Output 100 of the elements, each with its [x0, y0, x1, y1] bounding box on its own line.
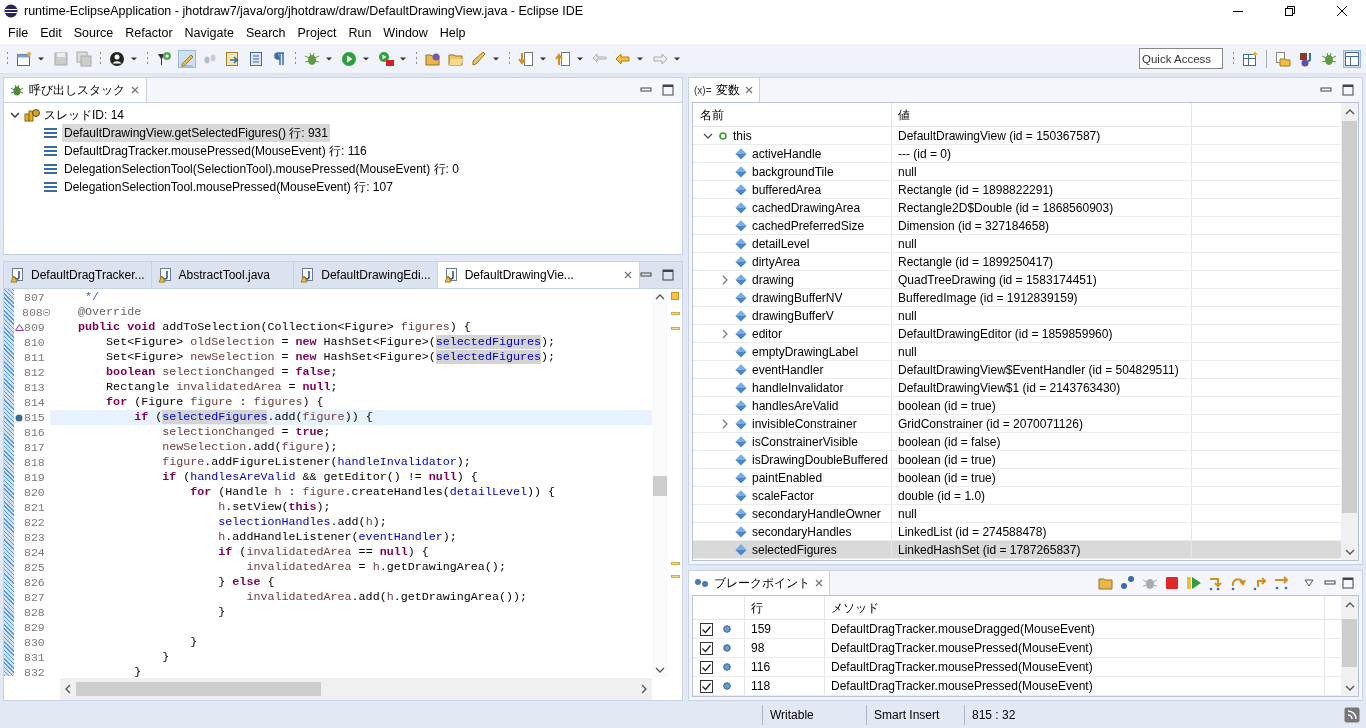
scroll-up-icon[interactable] — [655, 293, 665, 301]
column-header[interactable]: 名前 — [693, 103, 892, 126]
next-annotation-icon[interactable] — [518, 50, 534, 67]
menu-item[interactable]: Window — [377, 23, 434, 43]
overview-marker[interactable] — [670, 312, 680, 315]
maximize-icon[interactable] — [1342, 84, 1354, 96]
variable-row[interactable]: drawing QuadTreeDrawing (id = 1583174451) — [693, 271, 1341, 289]
toolbar-grip[interactable] — [508, 50, 511, 67]
checkbox[interactable] — [700, 660, 713, 674]
variable-row[interactable]: bufferedArea Rectangle (id = 1898822291) — [693, 181, 1341, 199]
variable-row[interactable]: isConstrainerVisible boolean (id = false) — [693, 433, 1341, 451]
variable-row[interactable]: isDrawingDoubleBuffered boolean (id = true) — [693, 451, 1341, 469]
scroll-up-icon[interactable] — [1344, 601, 1355, 609]
toolbar-grip[interactable] — [99, 50, 102, 67]
overview-marker[interactable] — [670, 575, 680, 578]
overview-marker[interactable] — [670, 562, 680, 565]
variable-row[interactable]: selectedFigures LinkedHashSet (id = 1787265837) — [693, 541, 1341, 559]
column-header[interactable]: メソッド — [825, 596, 1325, 619]
scroll-down-icon[interactable] — [655, 666, 665, 674]
scrollbar-thumb[interactable] — [76, 682, 321, 696]
scroll-down-icon[interactable] — [1344, 548, 1355, 556]
pin-icon[interactable] — [156, 50, 172, 67]
document-icon[interactable] — [248, 50, 264, 67]
checkbox[interactable] — [700, 641, 713, 655]
resume-icon[interactable] — [1186, 575, 1202, 591]
variable-row[interactable]: secondaryHandleOwner null — [693, 505, 1341, 523]
variable-row[interactable]: eventHandler DefaultDrawingView$EventHandler (id = 504829511) — [693, 361, 1341, 379]
menu-item[interactable]: Run — [342, 23, 378, 43]
stack-frame[interactable]: DelegationSelectionTool(SelectionTool).mousePressed(MouseEvent) 行: 0 — [62, 160, 461, 178]
bug-icon[interactable] — [304, 50, 320, 67]
link-icon[interactable] — [1120, 575, 1136, 591]
maximize-icon[interactable] — [662, 84, 674, 96]
thread-label[interactable]: スレッドID: 14 — [44, 106, 124, 124]
java-perspective-icon[interactable] — [1344, 50, 1360, 67]
variable-row[interactable]: cachedPreferredSize Dimension (id = 327184658) — [693, 217, 1341, 235]
stack-frame[interactable]: DelegationSelectionTool.mousePressed(MouseEvent) 行: 107 — [62, 178, 395, 196]
view-menu-icon[interactable] — [1304, 579, 1314, 587]
drop-to-frame-icon[interactable] — [1274, 575, 1290, 591]
caret-icon[interactable] — [130, 55, 138, 62]
variable-row[interactable]: handleInvalidator DefaultDrawingView$1 (id = 2143763430) — [693, 379, 1341, 397]
previous-annotation-icon[interactable] — [555, 50, 571, 67]
scroll-down-icon[interactable] — [1344, 684, 1355, 692]
scroll-right-icon[interactable] — [639, 684, 649, 694]
variable-row[interactable]: editor DefaultDrawingEditor (id = 1859859960) — [693, 325, 1341, 343]
brush-icon[interactable] — [471, 50, 487, 67]
caret-icon[interactable] — [399, 55, 407, 62]
menu-item[interactable]: Refactor — [119, 23, 179, 43]
menu-item[interactable]: File — [2, 23, 35, 43]
overview-marker[interactable] — [670, 327, 680, 330]
menu-item[interactable]: Search — [239, 23, 292, 43]
menu-item[interactable]: Edit — [34, 23, 68, 43]
close-icon[interactable] — [1336, 5, 1348, 17]
toolbar-grip[interactable] — [415, 50, 418, 67]
variable-row[interactable]: dirtyArea Rectangle (id = 1899250417) — [693, 253, 1341, 271]
progress-icon[interactable] — [1344, 706, 1360, 723]
open-perspective-icon[interactable] — [1242, 50, 1258, 67]
toolbar-grip[interactable] — [146, 50, 149, 67]
variable-row[interactable]: this DefaultDrawingView (id = 150367587) — [693, 127, 1341, 145]
stack-frame[interactable]: DefaultDragTracker.mousePressed(MouseEvent) 行: 116 — [62, 142, 369, 160]
tab-title[interactable]: 変数 — [715, 81, 740, 99]
stack-frame[interactable]: DefaultDrawingView.getSelectedFigures() 行: 931 — [62, 124, 330, 142]
step-return-icon[interactable] — [1252, 575, 1268, 591]
toolbar-grip[interactable] — [1232, 50, 1235, 67]
scrollbar-thumb[interactable] — [1342, 619, 1357, 667]
files-icon[interactable] — [1275, 50, 1291, 67]
fold-icon[interactable] — [42, 308, 50, 317]
maximize-icon[interactable] — [1342, 577, 1354, 589]
search-field[interactable]: Quick Access — [1139, 48, 1223, 69]
column-header[interactable]: 値 — [892, 103, 1192, 126]
caret-icon[interactable] — [636, 55, 644, 62]
variable-row[interactable]: drawingBufferNV BufferedImage (id = 1912839159) — [693, 289, 1341, 307]
open-folder-icon[interactable] — [1098, 575, 1114, 591]
debug-icon[interactable] — [1321, 50, 1337, 67]
caret-icon[interactable] — [539, 55, 547, 62]
variable-row[interactable]: cachedDrawingArea Rectangle2D$Double (id = 1868560903) — [693, 199, 1341, 217]
column-header[interactable]: 行 — [745, 596, 825, 619]
toolbar-grip[interactable] — [6, 50, 9, 67]
maximize-icon[interactable] — [662, 269, 674, 281]
step-into-icon[interactable] — [1208, 575, 1224, 591]
breakpoint-icon[interactable] — [15, 413, 23, 422]
person-icon[interactable] — [109, 50, 125, 67]
variable-row[interactable]: activeHandle --- (id = 0) — [693, 145, 1341, 163]
menu-item[interactable]: Navigate — [178, 23, 240, 43]
highlighter-icon[interactable] — [179, 50, 195, 67]
run-tools-icon[interactable] — [378, 50, 394, 67]
menu-item[interactable]: Project — [291, 23, 343, 43]
variable-row[interactable]: drawingBufferV null — [693, 307, 1341, 325]
overview-marker[interactable] — [671, 292, 679, 300]
menu-item[interactable]: Help — [433, 23, 472, 43]
step-over-icon[interactable] — [1230, 575, 1246, 591]
caret-icon[interactable] — [37, 55, 45, 62]
chevron-icon[interactable] — [10, 110, 20, 120]
variable-row[interactable]: handlesAreValid boolean (id = true) — [693, 397, 1341, 415]
scrollbar-thumb[interactable] — [653, 476, 667, 496]
scrollbar-thumb[interactable] — [1342, 121, 1357, 513]
caret-icon[interactable] — [576, 55, 584, 62]
pilcrow-icon[interactable] — [271, 50, 287, 67]
checkbox[interactable] — [700, 679, 713, 693]
checkbox[interactable] — [700, 622, 713, 636]
restore-icon[interactable] — [1284, 5, 1296, 17]
